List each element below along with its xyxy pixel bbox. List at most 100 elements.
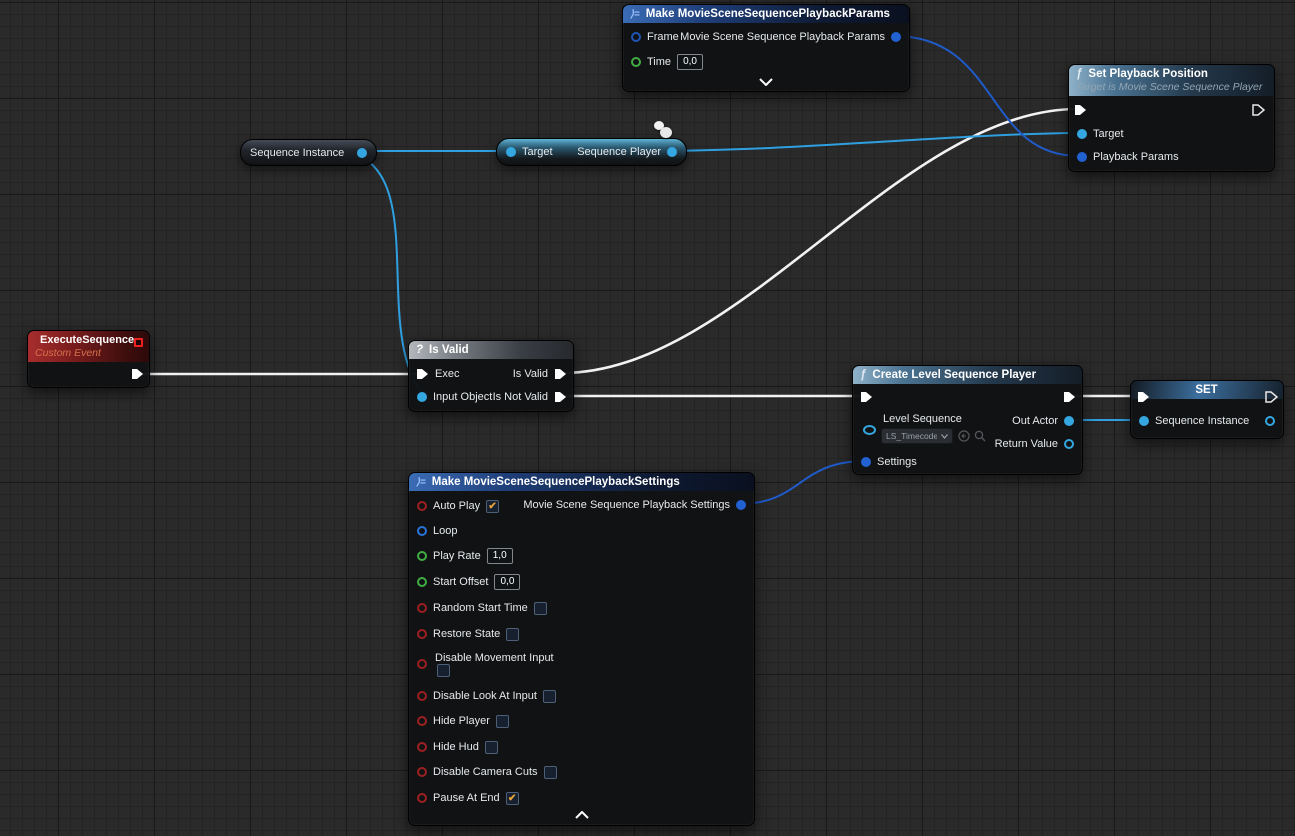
pin-label: Auto Play: [433, 500, 480, 512]
hide-player-checkbox[interactable]: [496, 715, 509, 728]
exec-out-pin[interactable]: [1063, 391, 1076, 403]
node-get-sequence-instance[interactable]: Sequence Instance: [240, 139, 377, 166]
restore-state-checkbox[interactable]: [506, 628, 519, 641]
auto-play-pin[interactable]: [417, 501, 427, 511]
node-subtitle: Custom Event: [35, 347, 129, 359]
sequence-player-output-pin[interactable]: [667, 147, 677, 157]
disable-movement-input-checkbox[interactable]: [437, 664, 450, 677]
node-header[interactable]: ⟩= Make MovieSceneSequencePlaybackParams: [623, 5, 909, 23]
pin-label: Disable Movement Input: [435, 652, 554, 664]
settings-pin[interactable]: [861, 457, 871, 467]
blueprint-graph-canvas[interactable]: ⟩= Make MovieSceneSequencePlaybackParams…: [0, 0, 1295, 836]
pause-at-end-pin[interactable]: [417, 793, 427, 803]
pin-label: Level Sequence: [883, 413, 962, 425]
pin-row-hide-hud: Hide Hud: [417, 739, 498, 755]
node-header[interactable]: ? Is Valid: [409, 341, 573, 359]
time-pin[interactable]: [631, 57, 641, 67]
pin-label: Loop: [433, 525, 457, 537]
disable-look-at-input-checkbox[interactable]: [543, 690, 556, 703]
target-input-pin[interactable]: [506, 147, 516, 157]
mouse-cursor: [652, 121, 676, 143]
browse-asset-icon[interactable]: [974, 430, 986, 442]
exec-in-pin[interactable]: [1074, 104, 1087, 116]
node-title: SET: [1195, 384, 1217, 396]
node-create-level-sequence-player[interactable]: ƒ Create Level Sequence Player Level Seq…: [852, 365, 1083, 475]
pin-row-time: Time 0,0: [631, 54, 703, 70]
level-sequence-pin[interactable]: [863, 425, 876, 435]
pin-label: Input Object: [433, 391, 492, 403]
pause-at-end-checkbox[interactable]: [506, 792, 519, 805]
level-sequence-dropdown[interactable]: LS_TimecodePr: [881, 428, 953, 444]
chevron-down-icon: [941, 434, 948, 439]
hide-hud-pin[interactable]: [417, 742, 427, 752]
pin-row-out-actor: Out Actor: [1012, 413, 1074, 429]
start-offset-input[interactable]: 0,0: [494, 574, 520, 590]
frame-pin[interactable]: [631, 32, 641, 42]
play-rate-input[interactable]: 1,0: [487, 548, 513, 564]
make-struct-icon: ⟩=: [630, 9, 640, 20]
exec-out-pin[interactable]: [1265, 391, 1278, 403]
pin-row-frame: Frame: [631, 29, 679, 45]
node-title: Make MovieSceneSequencePlaybackParams: [646, 8, 890, 20]
return-value-pin[interactable]: [1064, 439, 1074, 449]
pin-row-playback-params: Playback Params: [1077, 149, 1179, 165]
start-offset-pin[interactable]: [417, 577, 427, 587]
chevron-up-icon[interactable]: [575, 811, 589, 819]
use-selected-asset-icon[interactable]: [958, 430, 970, 442]
exec-in-pin[interactable]: [1137, 391, 1150, 403]
pin-label: Random Start Time: [433, 602, 528, 614]
chevron-down-icon[interactable]: [759, 78, 773, 86]
node-is-valid[interactable]: ? Is Valid Exec Is Valid Input Object Is…: [408, 340, 574, 412]
node-header[interactable]: ⟩= Make MovieSceneSequencePlaybackSettin…: [409, 473, 754, 491]
pin-label: Sequence Player: [577, 146, 661, 158]
wire-struct-settings-to-create: [739, 461, 866, 504]
node-set-playback-position[interactable]: ƒ Set Playback Position Target is Movie …: [1068, 64, 1275, 172]
pin-row-start-offset: Start Offset 0,0: [417, 574, 520, 590]
exec-in-pin[interactable]: [416, 368, 429, 380]
disable-camera-cuts-checkbox[interactable]: [544, 766, 557, 779]
node-execute-sequence[interactable]: ExecuteSequence Custom Event: [27, 330, 150, 388]
playback-settings-output-pin[interactable]: [736, 500, 746, 510]
pin-label: Restore State: [433, 628, 500, 640]
node-header[interactable]: ExecuteSequence Custom Event: [28, 331, 149, 362]
node-header[interactable]: SET: [1131, 381, 1283, 399]
sequence-instance-input-pin[interactable]: [1139, 416, 1149, 426]
node-make-playback-params[interactable]: ⟩= Make MovieSceneSequencePlaybackParams…: [622, 4, 910, 92]
exec-out-is-not-valid-pin[interactable]: [554, 391, 567, 403]
random-start-time-checkbox[interactable]: [534, 602, 547, 615]
time-value-input[interactable]: 0,0: [677, 54, 703, 70]
playback-params-output-pin[interactable]: [891, 32, 901, 42]
play-rate-pin[interactable]: [417, 551, 427, 561]
restore-state-pin[interactable]: [417, 629, 427, 639]
exec-in-pin[interactable]: [860, 391, 873, 403]
random-start-time-pin[interactable]: [417, 603, 427, 613]
input-object-pin[interactable]: [417, 392, 427, 402]
node-title: Create Level Sequence Player: [872, 369, 1036, 381]
pin-label: Hide Hud: [433, 741, 479, 753]
pin-row-disable-look-at-input: Disable Look At Input: [417, 688, 556, 704]
pin-row-random-start-time: Random Start Time: [417, 600, 547, 616]
exec-out-pin[interactable]: [1252, 104, 1265, 116]
loop-pin[interactable]: [417, 526, 427, 536]
node-set-sequence-instance[interactable]: SET Sequence Instance: [1130, 380, 1284, 439]
sequence-instance-output-pin[interactable]: [357, 148, 367, 158]
out-actor-pin[interactable]: [1064, 416, 1074, 426]
exec-out-pin[interactable]: [131, 368, 144, 380]
playback-params-pin[interactable]: [1077, 152, 1087, 162]
hide-hud-checkbox[interactable]: [485, 741, 498, 754]
node-header[interactable]: ƒ Create Level Sequence Player: [853, 366, 1082, 384]
node-make-playback-settings[interactable]: ⟩= Make MovieSceneSequencePlaybackSettin…: [408, 472, 755, 826]
disable-camera-cuts-pin[interactable]: [417, 767, 427, 777]
disable-movement-input-pin[interactable]: [417, 659, 427, 669]
hide-player-pin[interactable]: [417, 716, 427, 726]
variable-label: Sequence Instance: [250, 147, 351, 159]
disable-look-at-input-pin[interactable]: [417, 691, 427, 701]
auto-play-checkbox[interactable]: [486, 500, 499, 513]
event-binding-badge-icon[interactable]: [134, 338, 143, 347]
node-header[interactable]: ƒ Set Playback Position Target is Movie …: [1069, 65, 1274, 96]
target-pin[interactable]: [1077, 129, 1087, 139]
sequence-instance-output-pin[interactable]: [1265, 416, 1275, 426]
pin-label: Frame: [647, 31, 679, 43]
pin-row-settings: Settings: [861, 454, 917, 470]
exec-out-is-valid-pin[interactable]: [554, 368, 567, 380]
